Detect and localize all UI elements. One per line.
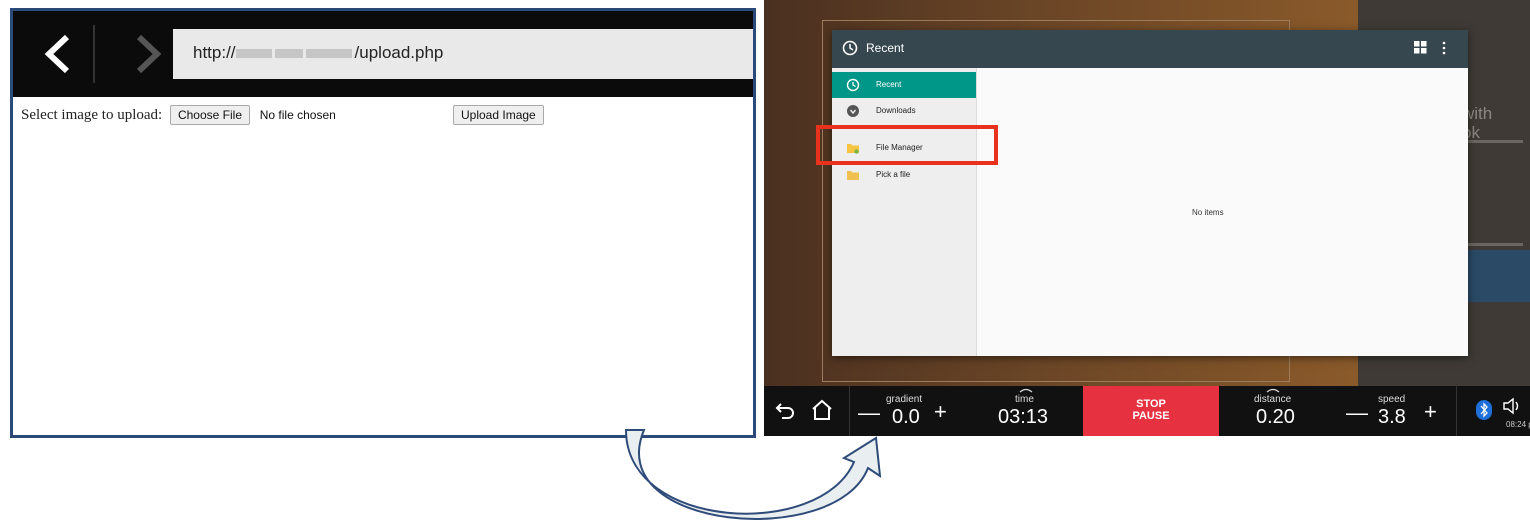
url-bar[interactable]: http:// /upload.php: [173, 29, 753, 79]
redacted-url-part: [235, 49, 272, 59]
speed-label: speed: [1378, 394, 1406, 405]
distance-label: distance: [1254, 394, 1292, 405]
sidebar-item-label: Recent: [876, 80, 902, 89]
gradient-label: gradient: [886, 394, 923, 405]
back-arrow-icon[interactable]: [774, 398, 798, 422]
url-text: http:// /upload.php: [193, 43, 443, 63]
folder-icon: [847, 171, 859, 180]
nav-divider: [93, 25, 95, 83]
time-value: 03:13: [998, 406, 1049, 428]
bluetooth-icon[interactable]: [1476, 400, 1492, 420]
grid-view-icon[interactable]: [1414, 41, 1427, 54]
no-file-status: No file chosen: [259, 108, 336, 122]
time-label: time: [1015, 394, 1034, 405]
divider: [1456, 386, 1457, 436]
clock-icon: [846, 78, 860, 92]
highlight-annotation-box: [816, 125, 998, 165]
choose-file-button[interactable]: Choose File: [169, 105, 250, 125]
stop-label: STOP: [1136, 398, 1166, 410]
sidebar-item-label: Pick a file: [876, 170, 911, 179]
upload-image-button[interactable]: Upload Image: [453, 105, 544, 125]
curved-arrow-icon: [624, 429, 882, 520]
sidebar-item-downloads[interactable]: Downloads: [832, 98, 976, 124]
background-blue-block: [1464, 250, 1530, 302]
time-toggle-icon[interactable]: [1019, 387, 1033, 393]
speed-minus-button[interactable]: —: [1346, 400, 1368, 426]
treadmill-screen-panel: with ok Recent Recent Downloads File Man…: [764, 0, 1530, 436]
browser-toolbar: http:// /upload.php: [13, 11, 753, 97]
file-picker-dialog: Recent Recent Downloads File Manager Pic…: [832, 30, 1468, 356]
more-vert-icon[interactable]: [1442, 41, 1446, 55]
speed-plus-button[interactable]: +: [1424, 399, 1437, 425]
url-prefix: http://: [193, 43, 236, 62]
forward-arrow-icon[interactable]: [123, 29, 173, 79]
distance-value: 0.20: [1256, 406, 1295, 428]
clock-icon: [842, 40, 858, 56]
background-box: [1464, 140, 1523, 246]
picker-header: Recent: [832, 30, 1468, 68]
picker-sidebar: Recent Downloads File Manager Pick a fil…: [832, 68, 977, 356]
redacted-url-part: [305, 49, 352, 59]
gradient-plus-button[interactable]: +: [934, 399, 947, 425]
system-clock: 08:24 pm: [1506, 420, 1530, 429]
browser-screenshot-panel: http:// /upload.php Select image to uploa…: [10, 8, 756, 438]
back-arrow-icon[interactable]: [33, 29, 83, 79]
distance-toggle-icon[interactable]: [1266, 387, 1280, 393]
sidebar-item-recent[interactable]: Recent: [832, 72, 976, 98]
sidebar-item-label: Downloads: [876, 106, 916, 115]
empty-state-text: No items: [1192, 208, 1224, 217]
upload-form: Select image to upload: Choose File No f…: [21, 105, 544, 125]
redacted-url-part: [274, 49, 303, 59]
url-suffix: /upload.php: [354, 43, 444, 62]
stop-pause-button[interactable]: STOP PAUSE: [1083, 386, 1219, 436]
speaker-icon[interactable]: [1502, 396, 1522, 416]
sidebar-item-pick-a-file[interactable]: Pick a file: [832, 162, 976, 188]
download-icon: [847, 105, 859, 117]
picker-title: Recent: [866, 41, 905, 55]
pause-label: PAUSE: [1132, 410, 1170, 422]
upload-label: Select image to upload:: [21, 107, 163, 123]
home-icon[interactable]: [810, 398, 834, 422]
speed-value: 3.8: [1378, 406, 1406, 428]
